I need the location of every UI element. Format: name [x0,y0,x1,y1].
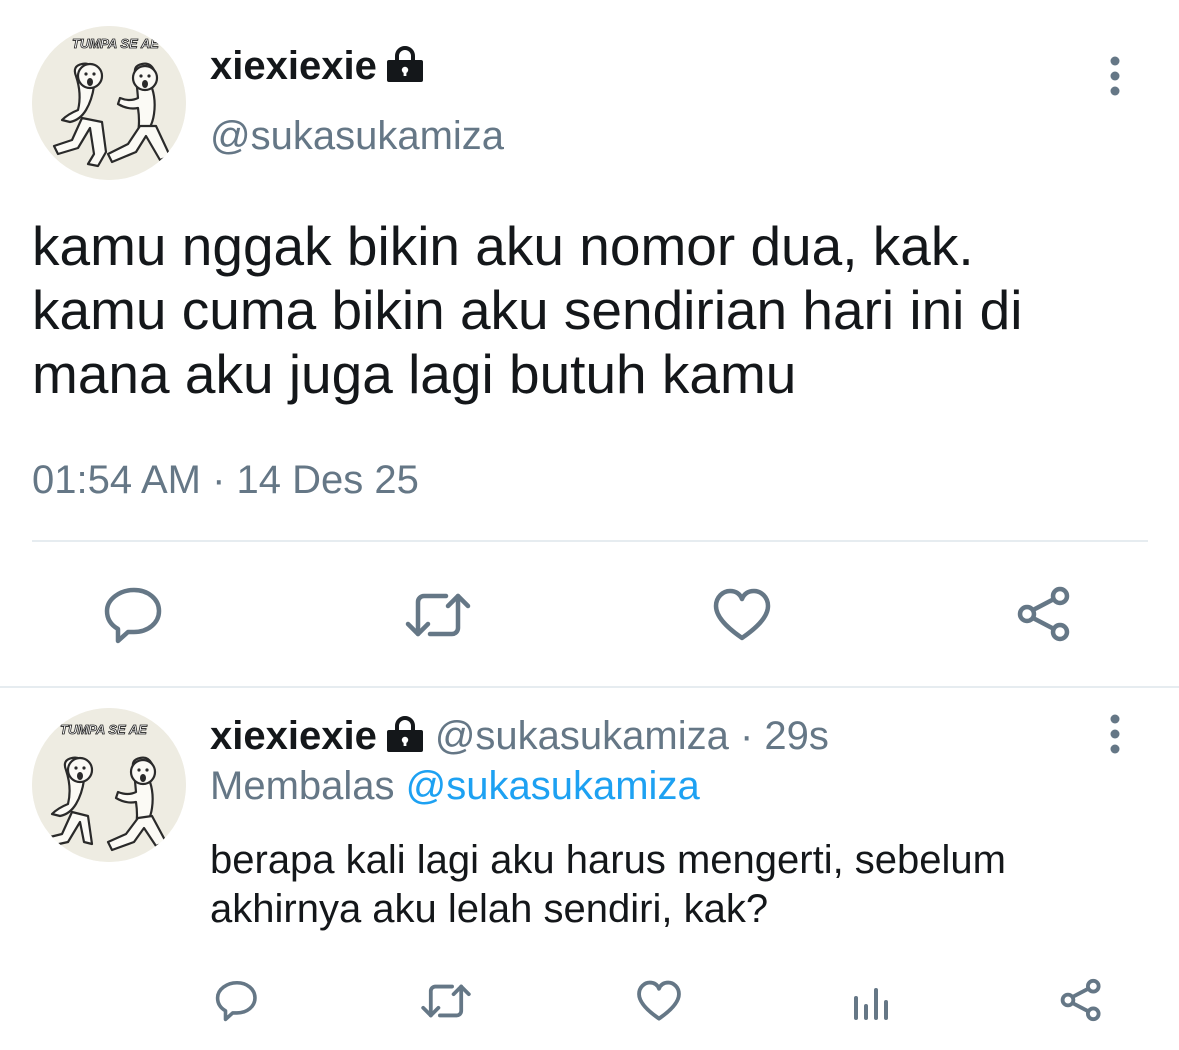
handle[interactable]: @sukasukamiza [210,114,504,159]
like-icon[interactable] [712,588,772,642]
handle[interactable]: @sukasukamiza [435,714,729,758]
tweet-age[interactable]: 29s [764,714,829,758]
reply-text: berapa kali lagi aku harus mengerti, seb… [210,838,1006,931]
share-icon[interactable] [1014,586,1074,642]
lock-icon [385,46,425,92]
like-icon[interactable] [636,980,682,1022]
retweet-icon[interactable] [404,590,472,640]
lock-icon [385,716,425,757]
section-divider [0,686,1179,688]
time-separator: · [728,714,765,758]
display-name[interactable]: xiexiexie [210,714,377,758]
replying-label: Membalas [210,764,395,808]
bears-avatar-image: TUMPA SE AE [32,708,186,862]
reply-header: xiexiexie @sukasukamiza · 29s [210,714,829,759]
avatar[interactable]: TUMPA SE AE [32,26,186,180]
display-name-text: xiexiexie [210,44,377,88]
display-name[interactable]: xiexiexie [210,44,425,92]
bears-avatar-image: TUMPA SE AE [32,26,186,180]
more-options-icon[interactable] [1098,714,1132,754]
share-icon[interactable] [1058,978,1104,1022]
avatar[interactable]: TUMPA SE AE [32,708,186,862]
replying-to-link[interactable]: @sukasukamiza [406,764,700,808]
tweet-text: kamu nggak bikin aku nomor dua, kak. kam… [32,215,1023,405]
divider [32,540,1148,542]
tweet-timestamp[interactable]: 01:54 AM · 14 Des 25 [32,458,419,503]
avatar-caption: TUMPA SE AE [60,722,147,737]
analytics-icon[interactable] [852,980,888,1022]
reply-icon[interactable] [214,978,260,1022]
replying-to: Membalas @sukasukamiza [210,764,700,809]
reply-icon[interactable] [102,584,166,644]
retweet-icon[interactable] [420,982,472,1020]
avatar-caption: TUMPA SE AE [72,36,159,51]
more-options-icon[interactable] [1098,56,1132,96]
